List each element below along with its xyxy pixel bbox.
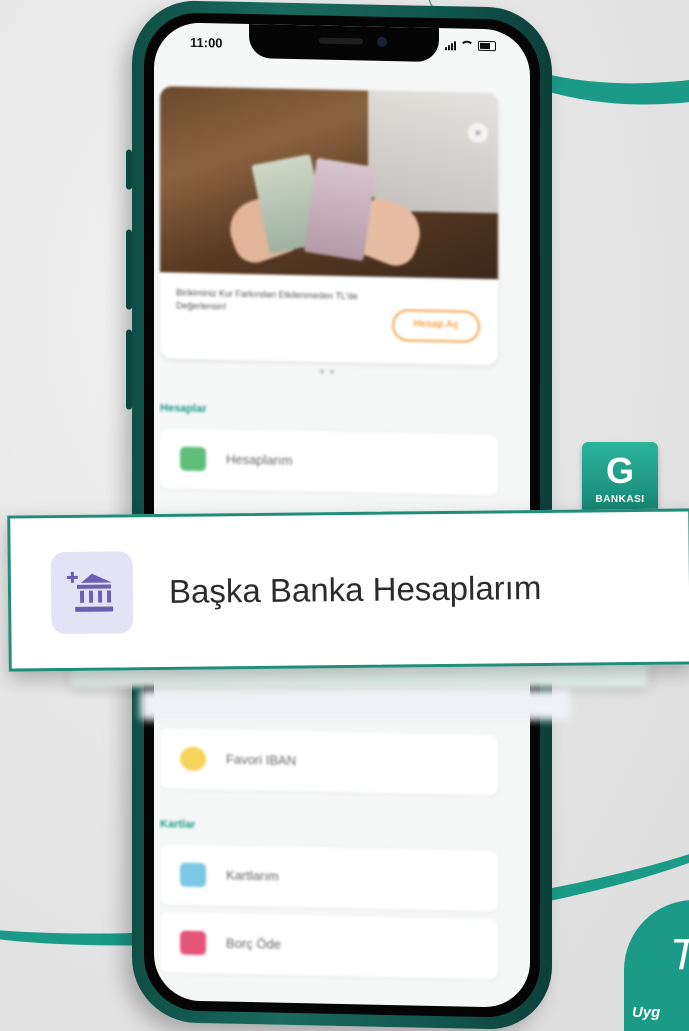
promo-banner[interactable]: × Birikiminiz Kur Farkından Etkilenmeden… bbox=[160, 86, 498, 366]
banner-image: × bbox=[160, 86, 498, 280]
menu-item-other-bank-accounts[interactable]: Başka Banka Hesaplarım bbox=[7, 508, 689, 672]
carousel-dots[interactable] bbox=[320, 369, 334, 374]
corner-badge: T Uyg bbox=[624, 900, 689, 1031]
menu-item-my-accounts[interactable]: Hesaplarım bbox=[160, 428, 498, 496]
front-camera bbox=[377, 36, 387, 47]
volume-up-button bbox=[126, 229, 132, 310]
menu-item-favorite-iban[interactable]: Favori IBAN bbox=[160, 728, 498, 796]
logo-text: BANKASI bbox=[595, 494, 645, 505]
notch bbox=[249, 24, 439, 63]
speaker bbox=[319, 37, 363, 45]
menu-item-pay-debt[interactable]: Borç Öde bbox=[160, 912, 498, 980]
menu-item-label: Borç Öde bbox=[226, 935, 281, 952]
volume-down-button bbox=[126, 329, 132, 410]
wallet-icon bbox=[180, 446, 206, 472]
menu-item-my-cards[interactable]: Kartlarım bbox=[160, 844, 498, 912]
corner-badge-big-text: T bbox=[670, 930, 689, 980]
section-title-cards: Kartlar bbox=[160, 818, 196, 831]
status-time: 11:00 bbox=[190, 34, 223, 51]
bank-add-icon bbox=[50, 551, 134, 635]
blurred-row-shadow-2 bbox=[140, 690, 570, 720]
other-bank-accounts-label: Başka Banka Hesaplarım bbox=[168, 568, 542, 610]
star-icon bbox=[180, 746, 206, 772]
wifi-icon bbox=[460, 40, 474, 51]
menu-item-label: Kartlarım bbox=[226, 867, 279, 884]
status-icons bbox=[445, 40, 496, 52]
banner-text: Birikiminiz Kur Farkından Etkilenmeden T… bbox=[176, 287, 358, 312]
menu-item-label: Hesaplarım bbox=[226, 451, 293, 468]
promo-canvas: 11:00 × Birikiminiz Kur Farkından Etkile… bbox=[0, 0, 689, 1031]
menu-item-label: Favori IBAN bbox=[226, 751, 297, 769]
card-icon bbox=[180, 862, 206, 888]
open-account-button[interactable]: Hesap Aç bbox=[392, 309, 480, 343]
mute-switch bbox=[126, 149, 132, 190]
signal-icon bbox=[445, 40, 456, 50]
banner-close-icon[interactable]: × bbox=[468, 122, 488, 144]
corner-badge-small-text: Uyg bbox=[632, 1004, 661, 1021]
battery-icon bbox=[478, 40, 496, 52]
logo-letter: G bbox=[605, 450, 634, 491]
pay-icon bbox=[180, 930, 206, 956]
section-title-accounts: Hesaplar bbox=[160, 402, 207, 416]
